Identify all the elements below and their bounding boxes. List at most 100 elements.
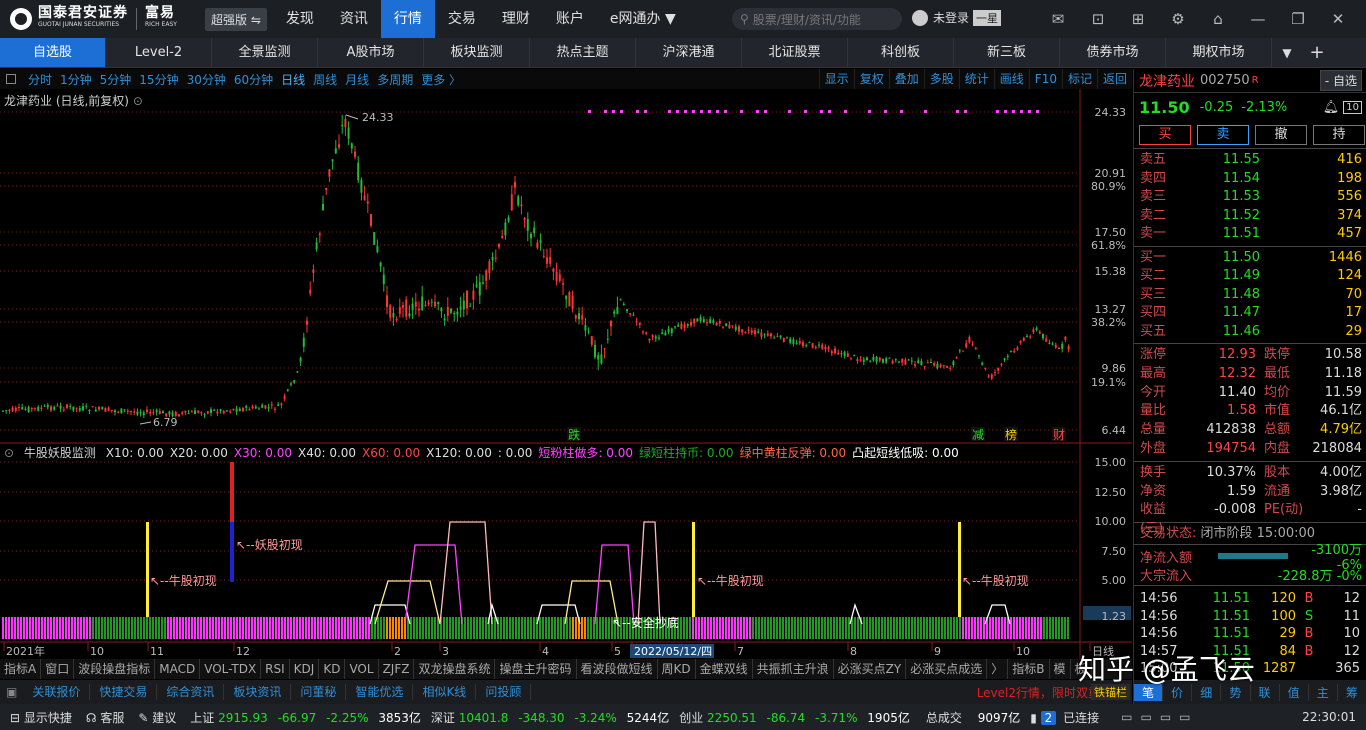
nav-item-2[interactable]: 行情: [380, 0, 435, 38]
indicator-tab-0[interactable]: 指标A: [0, 659, 42, 679]
indicator-tab-18[interactable]: 〉: [987, 659, 1009, 679]
index-sh[interactable]: 上证 2915.93 -66.97 -2.25% 3853亿: [190, 709, 421, 726]
tab-2[interactable]: 全景监测: [212, 38, 318, 67]
chart-canvas[interactable]: 24.33 20.9180.9% 17.5061.8% 15.38 13.2738.2%…: [0, 89, 1132, 659]
grid-icon[interactable]: ⊞: [1118, 10, 1158, 28]
order-level[interactable]: 买三 11.48 70: [1134, 286, 1366, 305]
nav-item-5[interactable]: 账户: [543, 0, 597, 38]
indicator-tab-2[interactable]: 波段操盘指标: [74, 659, 156, 679]
tab-9[interactable]: 新三板: [954, 38, 1060, 67]
order-level[interactable]: 买一 11.50 1446: [1134, 249, 1366, 268]
chart-settings-icon[interactable]: ⊙: [133, 94, 143, 108]
tab-7[interactable]: 北证股票: [742, 38, 848, 67]
indicator-tab-1[interactable]: 窗口: [41, 659, 75, 679]
index-cy[interactable]: 创业 2250.51 -86.74 -3.71% 1905亿: [679, 709, 910, 726]
bell-icon[interactable]: 🔔︎: [1323, 100, 1340, 115]
tool-4[interactable]: 统计: [958, 69, 994, 89]
indicator-tab-4[interactable]: VOL-TDX: [200, 659, 262, 679]
period-8[interactable]: 月线: [341, 71, 373, 88]
order-level[interactable]: 买二 11.49 124: [1134, 267, 1366, 286]
service-button[interactable]: ☊ 客服: [86, 709, 125, 726]
indicator-tab-8[interactable]: VOL: [345, 659, 379, 679]
nav-item-6[interactable]: e网通办 ▼: [597, 0, 689, 38]
order-level[interactable]: 卖一 11.51 457: [1134, 225, 1366, 244]
order-level[interactable]: 卖五 11.55 416: [1134, 151, 1366, 170]
tab-1[interactable]: Level-2: [106, 38, 212, 67]
tab-4[interactable]: 板块监测: [424, 38, 530, 67]
link-7[interactable]: 问投顾: [476, 684, 532, 700]
period-0[interactable]: 分时: [24, 71, 56, 88]
link-6[interactable]: 相似K线: [413, 684, 477, 700]
link-1[interactable]: 快捷交易: [90, 684, 158, 700]
indicator-tab-12[interactable]: 看波段做短线: [577, 659, 658, 679]
indicator-settings-icon[interactable]: ⊙: [4, 446, 14, 460]
tool-1[interactable]: 复权: [853, 69, 889, 89]
edition-switch[interactable]: 超强版 ⇋: [205, 7, 267, 31]
trade-button-1[interactable]: 卖: [1197, 124, 1249, 145]
indicator-tab-10[interactable]: 双龙操盘系统: [414, 659, 496, 679]
close-icon[interactable]: ✕: [1318, 10, 1358, 28]
indicator-tab-3[interactable]: MACD: [155, 659, 201, 679]
tool-2[interactable]: 叠加: [888, 69, 924, 89]
period-10[interactable]: 更多 〉: [417, 71, 465, 88]
link-3[interactable]: 板块资讯: [224, 684, 292, 700]
order-level[interactable]: 卖四 11.54 198: [1134, 170, 1366, 189]
indicator-tab-13[interactable]: 周KD: [658, 659, 696, 679]
restore-icon[interactable]: ❐: [1278, 10, 1318, 28]
indicator-tab-6[interactable]: KDJ: [290, 659, 320, 679]
indicator-tab-17[interactable]: 必涨买点成选: [906, 659, 988, 679]
tool-0[interactable]: 显示: [818, 69, 854, 89]
indicator-tab-14[interactable]: 金蝶双线: [696, 659, 753, 679]
nav-item-4[interactable]: 理财: [489, 0, 543, 38]
tab-0[interactable]: 自选股: [0, 38, 106, 67]
shortcut-toggle[interactable]: ⊟ 显示快捷: [10, 709, 72, 726]
tab-3[interactable]: A股市场: [318, 38, 424, 67]
period-6[interactable]: 日线: [277, 71, 309, 88]
indicator-tab-20[interactable]: 模: [1050, 659, 1071, 679]
tool-3[interactable]: 多股: [923, 69, 959, 89]
link-0[interactable]: 关联报价: [23, 684, 91, 700]
tool-6[interactable]: F10: [1028, 69, 1062, 89]
indicator-name[interactable]: 牛股妖股监测: [24, 446, 96, 460]
period-7[interactable]: 周线: [309, 71, 341, 88]
indicator-tab-19[interactable]: 指标B: [1008, 659, 1050, 679]
shirt-icon[interactable]: ⌂: [1198, 10, 1238, 28]
kline-chart[interactable]: 24.33 20.91 80.9% 17.50 61.8% 15.38 13.27 38.2%…: [0, 89, 1132, 659]
chevron-down-icon[interactable]: ▼: [1272, 38, 1302, 67]
mail-icon[interactable]: ✉: [1038, 10, 1078, 28]
search-input[interactable]: ⚲ 股票/理财/资讯/功能: [732, 8, 902, 30]
period-3[interactable]: 15分钟: [135, 71, 182, 88]
watchlist-button[interactable]: - 自选: [1319, 70, 1362, 91]
nav-item-1[interactable]: 资讯: [327, 0, 381, 38]
connection-status[interactable]: ▮ 2 已连接: [1030, 709, 1099, 726]
order-level[interactable]: 卖二 11.52 374: [1134, 207, 1366, 226]
quote-tab-5[interactable]: 值: [1280, 683, 1309, 701]
gear-icon[interactable]: ⚙: [1158, 10, 1198, 28]
indicator-tab-7[interactable]: KD: [319, 659, 346, 679]
suggest-button[interactable]: ✎ 建议: [138, 709, 176, 726]
index-sz[interactable]: 深证 10401.8 -348.30 -3.24% 5244亿: [431, 709, 669, 726]
tool-8[interactable]: 返回: [1096, 69, 1132, 89]
order-level[interactable]: 卖三 11.53 556: [1134, 188, 1366, 207]
add-tab-icon[interactable]: +: [1302, 38, 1332, 67]
link-4[interactable]: 问董秘: [291, 684, 347, 700]
tab-10[interactable]: 债券市场: [1060, 38, 1166, 67]
period-1[interactable]: 1分钟: [56, 71, 96, 88]
quote-tab-6[interactable]: 主: [1309, 683, 1338, 701]
indicator-tab-15[interactable]: 共振抓主升浪: [753, 659, 834, 679]
trade-button-0[interactable]: 买: [1139, 124, 1191, 145]
nav-item-3[interactable]: 交易: [435, 0, 489, 38]
tab-11[interactable]: 期权市场: [1166, 38, 1272, 67]
indicator-tab-16[interactable]: 必涨买点ZY: [834, 659, 907, 679]
period-9[interactable]: 多周期: [373, 71, 417, 88]
period-4[interactable]: 30分钟: [183, 71, 230, 88]
lock-icon[interactable]: ⊡: [1078, 10, 1118, 28]
f10-icon[interactable]: 10: [1343, 100, 1362, 114]
quote-tab-7[interactable]: 筹: [1338, 683, 1366, 701]
trade-button-3[interactable]: 持: [1313, 124, 1365, 145]
tab-6[interactable]: 沪深港通: [636, 38, 742, 67]
collapse-icon[interactable]: [6, 74, 16, 84]
indicator-tab-11[interactable]: 操盘主升密码: [495, 659, 577, 679]
order-level[interactable]: 买五 11.46 29: [1134, 323, 1366, 342]
nav-item-0[interactable]: 发现: [273, 0, 327, 38]
